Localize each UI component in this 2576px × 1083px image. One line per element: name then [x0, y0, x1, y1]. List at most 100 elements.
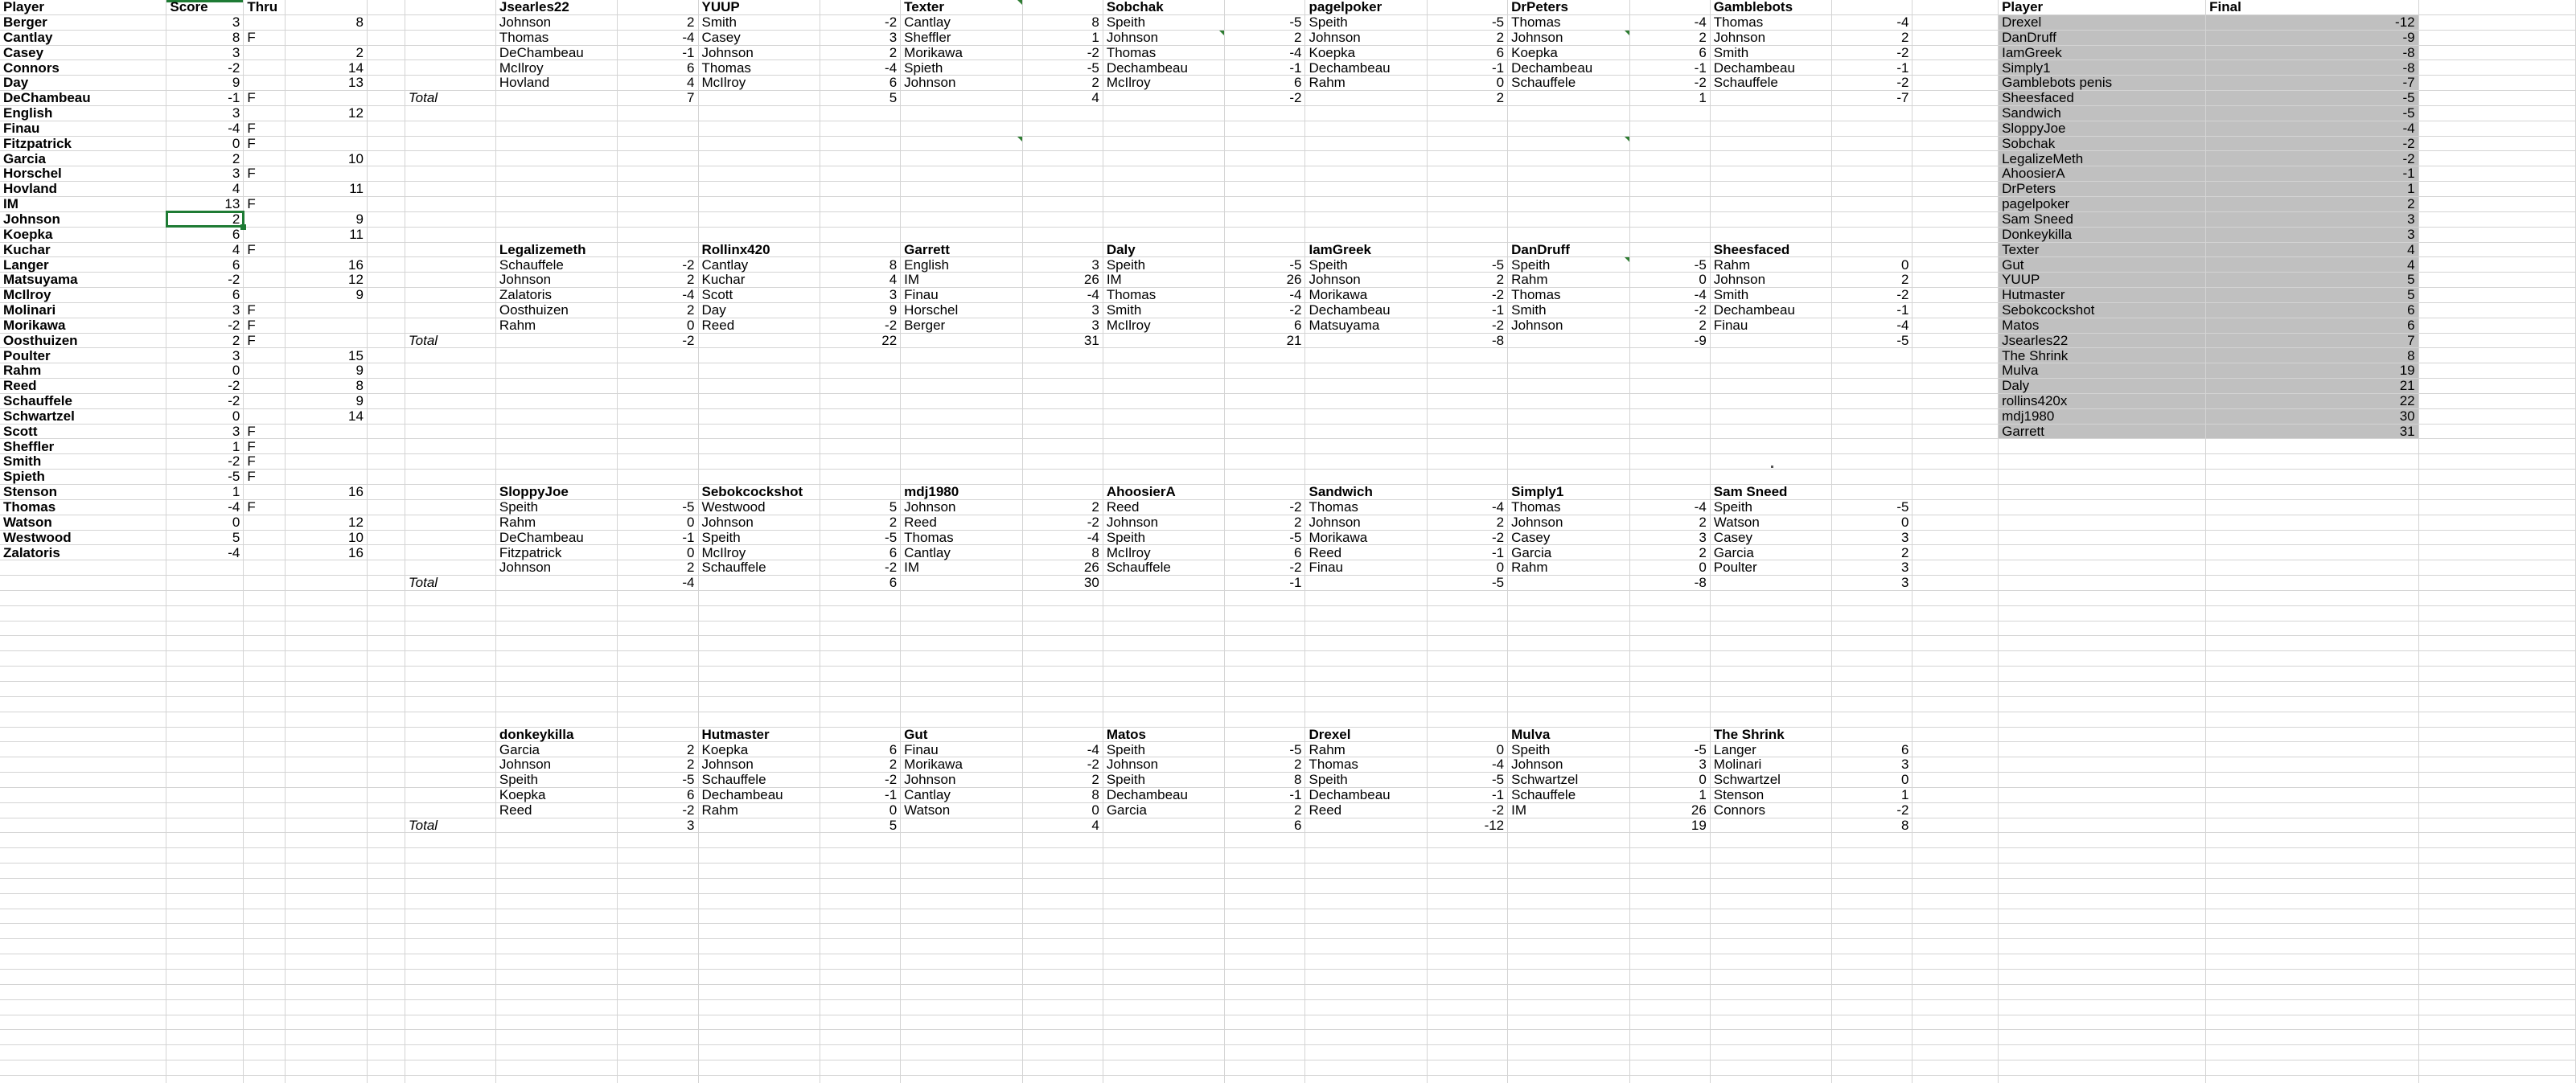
- empty-cell[interactable]: [1831, 666, 1913, 682]
- empty-cell[interactable]: [1224, 863, 1306, 879]
- leaderboard-thru-holes[interactable]: [285, 424, 368, 440]
- leaderboard-player-name[interactable]: Sheffler: [0, 438, 167, 455]
- team-pick-player[interactable]: Westwood: [698, 499, 820, 515]
- empty-cell[interactable]: [367, 802, 405, 818]
- team-pick-score[interactable]: -4: [1224, 45, 1306, 61]
- empty-cell[interactable]: [285, 1060, 368, 1076]
- team-pick-score[interactable]: -5: [1629, 741, 1711, 758]
- empty-cell[interactable]: [1022, 1060, 1103, 1076]
- empty-cell[interactable]: [1022, 242, 1103, 258]
- empty-cell[interactable]: [405, 227, 496, 243]
- team-pick-player[interactable]: Johnson: [1507, 318, 1630, 334]
- team-pick-score[interactable]: 0: [1831, 772, 1913, 788]
- empty-cell[interactable]: [2205, 1015, 2419, 1031]
- team-pick-player[interactable]: Berger: [900, 318, 1023, 334]
- empty-cell[interactable]: [495, 832, 618, 849]
- empty-cell[interactable]: [1710, 969, 1833, 985]
- leaderboard-thru-status[interactable]: F: [243, 166, 286, 183]
- empty-cell[interactable]: [1629, 136, 1711, 152]
- empty-cell[interactable]: [2418, 605, 2576, 621]
- empty-cell[interactable]: [1831, 181, 1913, 197]
- empty-cell[interactable]: [1507, 378, 1630, 394]
- empty-cell[interactable]: [820, 408, 902, 425]
- leaderboard-thru-status[interactable]: F: [243, 424, 286, 440]
- empty-cell[interactable]: [1831, 408, 1913, 425]
- empty-cell[interactable]: [617, 878, 699, 894]
- empty-cell[interactable]: [285, 909, 368, 925]
- team-name[interactable]: Gamblebots: [1710, 0, 1833, 15]
- empty-cell[interactable]: [285, 605, 368, 621]
- empty-cell[interactable]: [1103, 105, 1226, 121]
- leaderboard-thru-holes[interactable]: 8: [285, 378, 368, 394]
- empty-cell[interactable]: [2418, 635, 2576, 652]
- empty-cell[interactable]: [1710, 181, 1833, 197]
- empty-cell[interactable]: [2418, 30, 2576, 46]
- empty-cell[interactable]: [405, 363, 496, 379]
- empty-cell[interactable]: [1629, 408, 1711, 425]
- empty-cell[interactable]: [1998, 878, 2207, 894]
- empty-cell[interactable]: [1710, 408, 1833, 425]
- team-pick-player[interactable]: Thomas: [900, 530, 1023, 546]
- empty-cell[interactable]: [698, 999, 820, 1015]
- final-player-name[interactable]: Sebokcockshot: [1998, 302, 2207, 318]
- leaderboard-score-cell[interactable]: -2: [166, 393, 244, 409]
- empty-cell[interactable]: [1427, 181, 1509, 197]
- final-score[interactable]: -7: [2205, 75, 2419, 92]
- empty-cell[interactable]: [1912, 256, 1999, 273]
- team-pick-player[interactable]: Dechambeau: [1304, 59, 1428, 76]
- team-total[interactable]: -12: [1427, 818, 1509, 834]
- empty-cell[interactable]: [495, 469, 618, 485]
- empty-cell[interactable]: [405, 105, 496, 121]
- leaderboard-score-cell[interactable]: -2: [166, 59, 244, 76]
- empty-cell[interactable]: [2205, 938, 2419, 955]
- empty-cell[interactable]: [617, 438, 699, 455]
- empty-cell[interactable]: [1912, 408, 1999, 425]
- empty-cell[interactable]: [2205, 878, 2419, 894]
- empty-cell[interactable]: [367, 575, 405, 591]
- empty-cell[interactable]: [1710, 696, 1833, 712]
- empty-cell[interactable]: [900, 347, 1023, 364]
- empty-cell[interactable]: [405, 1044, 496, 1061]
- empty-cell[interactable]: [820, 1075, 902, 1083]
- empty-cell[interactable]: [1022, 196, 1103, 212]
- team-name[interactable]: DanDruff: [1507, 242, 1630, 258]
- empty-cell[interactable]: [1304, 681, 1428, 697]
- team-total[interactable]: 3: [617, 818, 699, 834]
- empty-cell[interactable]: [1224, 832, 1306, 849]
- leaderboard-thru-status[interactable]: F: [243, 242, 286, 258]
- empty-cell[interactable]: [900, 378, 1023, 394]
- empty-cell[interactable]: [1912, 0, 1999, 15]
- empty-cell[interactable]: [1998, 999, 2207, 1015]
- empty-cell[interactable]: [405, 544, 496, 561]
- leaderboard-thru-status[interactable]: F: [243, 90, 286, 106]
- team-pick-score[interactable]: 0: [1427, 741, 1509, 758]
- empty-cell[interactable]: [1831, 954, 1913, 970]
- empty-cell[interactable]: [367, 772, 405, 788]
- empty-cell[interactable]: [1224, 469, 1306, 485]
- empty-cell[interactable]: [367, 14, 405, 31]
- empty-cell[interactable]: [0, 696, 167, 712]
- empty-cell[interactable]: [1022, 227, 1103, 243]
- empty-cell[interactable]: [1427, 378, 1509, 394]
- empty-cell[interactable]: [367, 469, 405, 485]
- empty-cell[interactable]: [1304, 696, 1428, 712]
- empty-cell[interactable]: [2205, 621, 2419, 637]
- empty-cell[interactable]: [367, 105, 405, 121]
- team-pick-score[interactable]: 6: [820, 75, 902, 92]
- empty-cell[interactable]: [820, 211, 902, 228]
- empty-cell[interactable]: [1224, 136, 1306, 152]
- leaderboard-thru-status[interactable]: F: [243, 469, 286, 485]
- team-pick-score[interactable]: -1: [1427, 59, 1509, 76]
- empty-cell[interactable]: [1998, 741, 2207, 758]
- empty-cell[interactable]: [1224, 999, 1306, 1015]
- team-pick-score[interactable]: 2: [1224, 802, 1306, 818]
- empty-cell[interactable]: [617, 832, 699, 849]
- final-score[interactable]: 1: [2205, 181, 2419, 197]
- empty-cell[interactable]: [1022, 105, 1103, 121]
- empty-cell[interactable]: [2418, 227, 2576, 243]
- empty-cell[interactable]: [617, 847, 699, 864]
- empty-cell[interactable]: [1022, 878, 1103, 894]
- empty-cell[interactable]: [285, 1075, 368, 1083]
- empty-cell[interactable]: [495, 575, 618, 591]
- empty-cell[interactable]: [1710, 938, 1833, 955]
